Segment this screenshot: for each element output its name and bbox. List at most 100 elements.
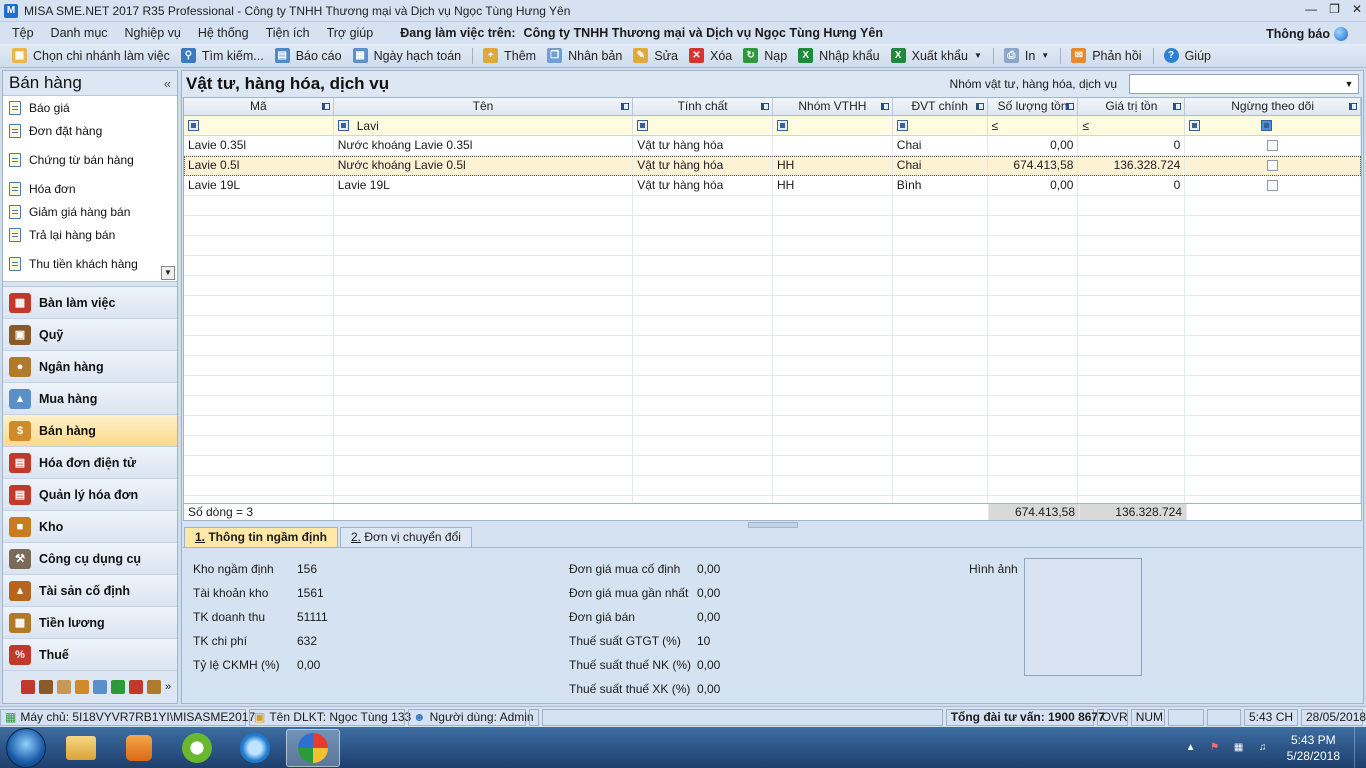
- pin-icon[interactable]: [880, 103, 889, 110]
- pin-icon[interactable]: [1066, 103, 1075, 110]
- filter-qty[interactable]: ≤: [988, 116, 1079, 135]
- filter-operator[interactable]: ≤: [1082, 119, 1089, 133]
- restore-icon[interactable]: ❐: [1329, 2, 1340, 16]
- filter-value[interactable]: ≤: [1078, 116, 1186, 135]
- taskbar-app-green[interactable]: [170, 729, 224, 767]
- module-sales[interactable]: $ Bán hàng: [3, 415, 177, 447]
- delete-button[interactable]: ✕ Xóa: [688, 48, 732, 63]
- sidebar-item-sales-discount[interactable]: Giảm giá hàng bán: [3, 200, 177, 223]
- module-cash[interactable]: ▣ Quỹ: [3, 319, 177, 351]
- chevron-down-icon[interactable]: ▼: [1340, 75, 1358, 93]
- pin-icon[interactable]: [1173, 103, 1182, 110]
- menu-operations[interactable]: Nghiệp vụ: [113, 26, 186, 40]
- module-desk[interactable]: ▦ Bàn làm việc: [3, 287, 177, 319]
- stopped-checkbox[interactable]: [1267, 160, 1279, 171]
- filter-mode-icon[interactable]: [188, 120, 199, 131]
- column-value[interactable]: Giá trị tồn: [1078, 98, 1186, 115]
- column-stopped[interactable]: Ngừng theo dõi: [1185, 98, 1361, 115]
- column-qty[interactable]: Số lượng tồn: [988, 98, 1079, 115]
- column-code[interactable]: Mã: [184, 98, 334, 115]
- module-warehouse[interactable]: ■ Kho: [3, 511, 177, 543]
- tab-unit-conversion[interactable]: 2. Đơn vị chuyển đổi: [340, 527, 472, 547]
- sales-mini-icon[interactable]: [75, 680, 89, 694]
- module-tools[interactable]: ⚒ Công cụ dụng cụ: [3, 543, 177, 575]
- report-button[interactable]: ▤ Báo cáo: [274, 48, 342, 63]
- clock[interactable]: 5:43 PM 5/28/2018: [1287, 732, 1340, 764]
- print-button[interactable]: ⎙ In ▼: [1003, 48, 1049, 63]
- list-mini-icon[interactable]: [129, 680, 143, 694]
- import-button[interactable]: X Nhập khẩu: [798, 48, 880, 63]
- chevron-down-icon[interactable]: ▼: [1041, 51, 1049, 60]
- module-e-invoice[interactable]: ▤ Hóa đơn điện tử: [3, 447, 177, 479]
- menu-catalog[interactable]: Danh mục: [39, 26, 113, 40]
- minimize-icon[interactable]: —: [1305, 2, 1317, 16]
- flag-icon[interactable]: ⚑: [1207, 741, 1223, 755]
- stopped-checkbox[interactable]: [1267, 180, 1279, 191]
- export-button[interactable]: X Xuất khẩu ▼: [890, 48, 982, 63]
- sidebar-item-customer-receipt[interactable]: Thu tiền khách hàng: [3, 252, 177, 275]
- menu-system[interactable]: Hệ thống: [186, 26, 254, 40]
- sidebar-item-invoice[interactable]: Hóa đơn: [3, 177, 177, 200]
- tray-chevron-icon[interactable]: ▲: [1183, 741, 1199, 755]
- chevron-down-icon[interactable]: ▼: [974, 51, 982, 60]
- filter-stopped[interactable]: [1185, 116, 1361, 135]
- taskbar-misa[interactable]: [286, 728, 340, 767]
- help-button[interactable]: ? Giúp: [1163, 48, 1211, 63]
- table-row[interactable]: Lavie 0.35l Nước khoáng Lavie 0.35l Vật …: [184, 136, 1361, 156]
- sidebar-item-sales-order[interactable]: Đơn đặt hàng: [3, 119, 177, 142]
- group-filter-select[interactable]: ▼: [1129, 74, 1359, 94]
- reload-button[interactable]: ↻ Nạp: [743, 48, 787, 63]
- taskbar-media-player[interactable]: [112, 729, 166, 767]
- collapse-icon[interactable]: «: [164, 76, 171, 91]
- filter-group[interactable]: [773, 116, 893, 135]
- module-purchase[interactable]: ▲ Mua hàng: [3, 383, 177, 415]
- close-icon[interactable]: ✕: [1352, 2, 1362, 16]
- calendar-mini-icon[interactable]: [21, 680, 35, 694]
- more-icon[interactable]: »: [165, 681, 171, 693]
- pin-icon[interactable]: [321, 103, 330, 110]
- sidebar-item-sales-return[interactable]: Trả lại hàng bán: [3, 223, 177, 246]
- filter-checkbox-icon[interactable]: [1261, 120, 1272, 131]
- module-tax[interactable]: % Thuế: [3, 639, 177, 671]
- filter-unit[interactable]: [893, 116, 988, 135]
- duplicate-button[interactable]: ❐ Nhân bản: [547, 48, 622, 63]
- table-row-selected[interactable]: Lavie 0.5l Nước khoáng Lavie 0.5l Vật tư…: [184, 156, 1361, 176]
- module-fixed-assets[interactable]: ▲ Tài sản cố định: [3, 575, 177, 607]
- panel-splitter[interactable]: [748, 522, 798, 528]
- filter-operator[interactable]: ≤: [992, 119, 999, 133]
- filter-mode-icon[interactable]: [896, 120, 908, 131]
- start-button[interactable]: [6, 727, 46, 768]
- tab-default-info[interactable]: 1. Thông tin ngầm định: [184, 527, 338, 547]
- doc-mini-icon[interactable]: [57, 680, 71, 694]
- column-group[interactable]: Nhóm VTHH: [773, 98, 893, 115]
- show-desktop-button[interactable]: [1354, 727, 1366, 768]
- column-unit[interactable]: ĐVT chính: [893, 98, 988, 115]
- column-name[interactable]: Tên: [334, 98, 634, 115]
- menu-help[interactable]: Trợ giúp: [315, 26, 379, 40]
- stack-mini-icon[interactable]: [111, 680, 125, 694]
- filter-name-value[interactable]: Lavi: [357, 119, 379, 133]
- taskbar-internet-explorer[interactable]: [228, 729, 282, 767]
- sidebar-item-sales-voucher[interactable]: Chứng từ bán hàng: [3, 148, 177, 171]
- box-mini-icon[interactable]: [147, 680, 161, 694]
- notification-button[interactable]: Thông báo: [1266, 27, 1348, 41]
- filter-code[interactable]: [184, 116, 334, 135]
- add-button[interactable]: + Thêm: [483, 48, 536, 63]
- filter-mode-icon[interactable]: [337, 120, 349, 131]
- menu-file[interactable]: Tệp: [0, 26, 39, 40]
- filter-mode-icon[interactable]: [637, 120, 649, 131]
- column-type[interactable]: Tính chất: [633, 98, 773, 115]
- posting-date-button[interactable]: ▦ Ngày hạch toán: [352, 48, 461, 63]
- search-button[interactable]: ⚲ Tìm kiếm...: [180, 48, 264, 63]
- sidebar-item-quotation[interactable]: Báo giá: [3, 96, 177, 119]
- image-box[interactable]: [1024, 558, 1142, 676]
- pin-icon[interactable]: [975, 103, 984, 110]
- menu-utilities[interactable]: Tiện ích: [254, 26, 315, 40]
- filter-type[interactable]: [633, 116, 773, 135]
- module-bank[interactable]: ● Ngân hàng: [3, 351, 177, 383]
- filter-name[interactable]: Lavi: [334, 116, 634, 135]
- filter-mode-icon[interactable]: [776, 120, 788, 131]
- pin-icon[interactable]: [1349, 103, 1357, 110]
- scroll-down-icon[interactable]: ▼: [161, 266, 175, 280]
- safe-mini-icon[interactable]: [39, 680, 53, 694]
